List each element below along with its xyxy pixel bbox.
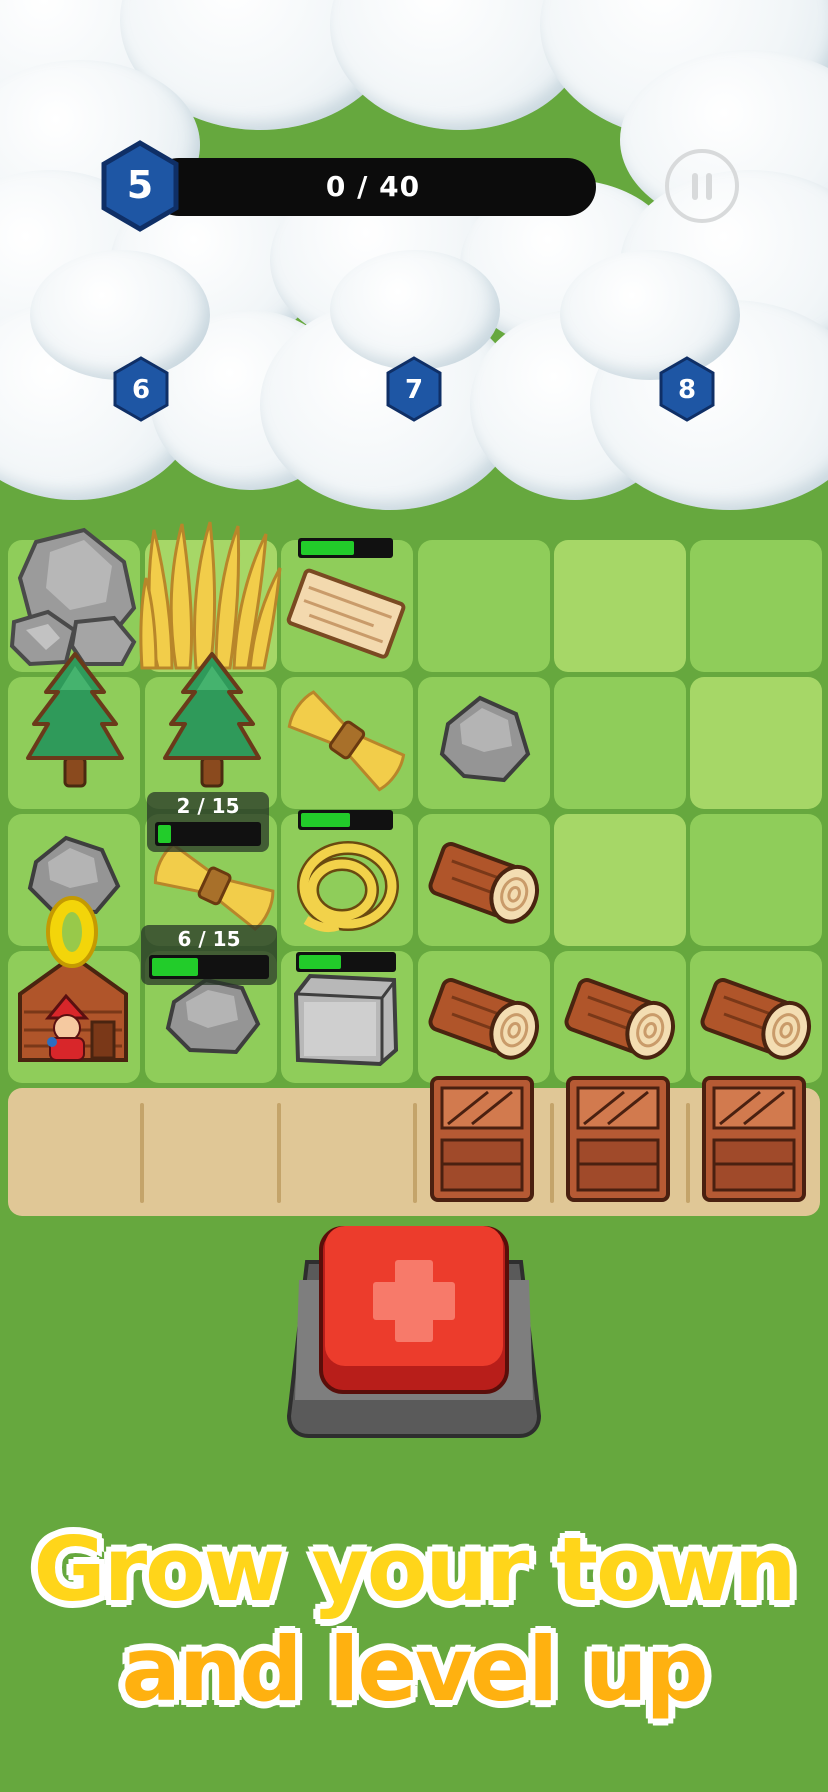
stone-progress-bar xyxy=(296,952,396,972)
pause-icon xyxy=(692,173,698,200)
pause-button[interactable] xyxy=(665,149,739,223)
hay-counter-text: 2 / 15 xyxy=(176,794,240,818)
level-badge: 5 xyxy=(101,140,179,232)
cloud-cover xyxy=(0,0,828,530)
xp-text: 0 / 40 xyxy=(325,170,421,203)
rock-counter-text: 6 / 15 xyxy=(177,927,241,951)
coin-icon[interactable] xyxy=(44,894,100,970)
rope-progress-bar xyxy=(298,810,393,830)
crate-icon[interactable] xyxy=(428,1074,536,1204)
tagline-line-2: and level up xyxy=(120,1618,710,1721)
board-cell[interactable] xyxy=(554,540,686,672)
tray-divider xyxy=(277,1103,281,1203)
hay-counter-fill xyxy=(158,825,172,843)
tray-divider xyxy=(140,1103,144,1203)
plank-progress-fill xyxy=(301,541,355,555)
level-number: 5 xyxy=(127,163,153,207)
tray-divider xyxy=(550,1103,554,1203)
tray-divider xyxy=(686,1103,690,1203)
board-cell[interactable] xyxy=(690,540,822,672)
rock-counter-badge: 6 / 15 xyxy=(141,925,277,985)
zone-badge-8[interactable]: 8 xyxy=(658,356,716,422)
crate-icon[interactable] xyxy=(700,1074,808,1204)
zone-number: 8 xyxy=(678,375,696,405)
board-cell[interactable] xyxy=(418,540,550,672)
small-rock-icon[interactable] xyxy=(432,688,536,792)
crate-icon[interactable] xyxy=(564,1074,672,1204)
zone-badge-7[interactable]: 7 xyxy=(385,356,443,422)
board-cell[interactable] xyxy=(554,677,686,809)
tagline-line-1: Grow your town xyxy=(32,1518,798,1621)
pine-tree-icon[interactable] xyxy=(20,650,130,790)
promo-tagline: Grow your town and level up xyxy=(0,1518,828,1721)
log-icon[interactable] xyxy=(426,830,546,938)
tray-divider xyxy=(413,1103,417,1203)
log-icon[interactable] xyxy=(426,966,546,1074)
rock-icon[interactable] xyxy=(6,522,142,670)
rope-progress-fill xyxy=(301,813,350,827)
log-icon[interactable] xyxy=(562,966,682,1074)
rope-icon[interactable] xyxy=(286,830,408,940)
plank-icon[interactable] xyxy=(286,562,408,666)
zone-number: 7 xyxy=(405,375,423,405)
hay-bundle-icon[interactable] xyxy=(282,680,412,800)
spawn-item-button[interactable] xyxy=(285,1220,543,1440)
stone-block-icon[interactable] xyxy=(290,970,402,1070)
wheat-icon[interactable] xyxy=(138,518,284,670)
board-cell[interactable] xyxy=(554,814,686,946)
plank-progress-bar xyxy=(298,538,393,558)
pine-tree-icon[interactable] xyxy=(157,650,267,790)
hay-counter-bar xyxy=(155,822,261,846)
log-icon[interactable] xyxy=(698,966,818,1074)
board-cell[interactable] xyxy=(690,814,822,946)
rock-counter-fill xyxy=(152,958,198,976)
zone-badge-6[interactable]: 6 xyxy=(112,356,170,422)
pause-icon-bar xyxy=(706,173,712,200)
zone-number: 6 xyxy=(132,375,150,405)
item-tray xyxy=(8,1088,820,1216)
stone-progress-fill xyxy=(299,955,342,969)
board-cell[interactable] xyxy=(690,677,822,809)
rock-counter-bar xyxy=(149,955,269,979)
hay-counter-badge: 2 / 15 xyxy=(147,792,269,852)
xp-progress-bar: 0 / 40 xyxy=(150,158,596,216)
